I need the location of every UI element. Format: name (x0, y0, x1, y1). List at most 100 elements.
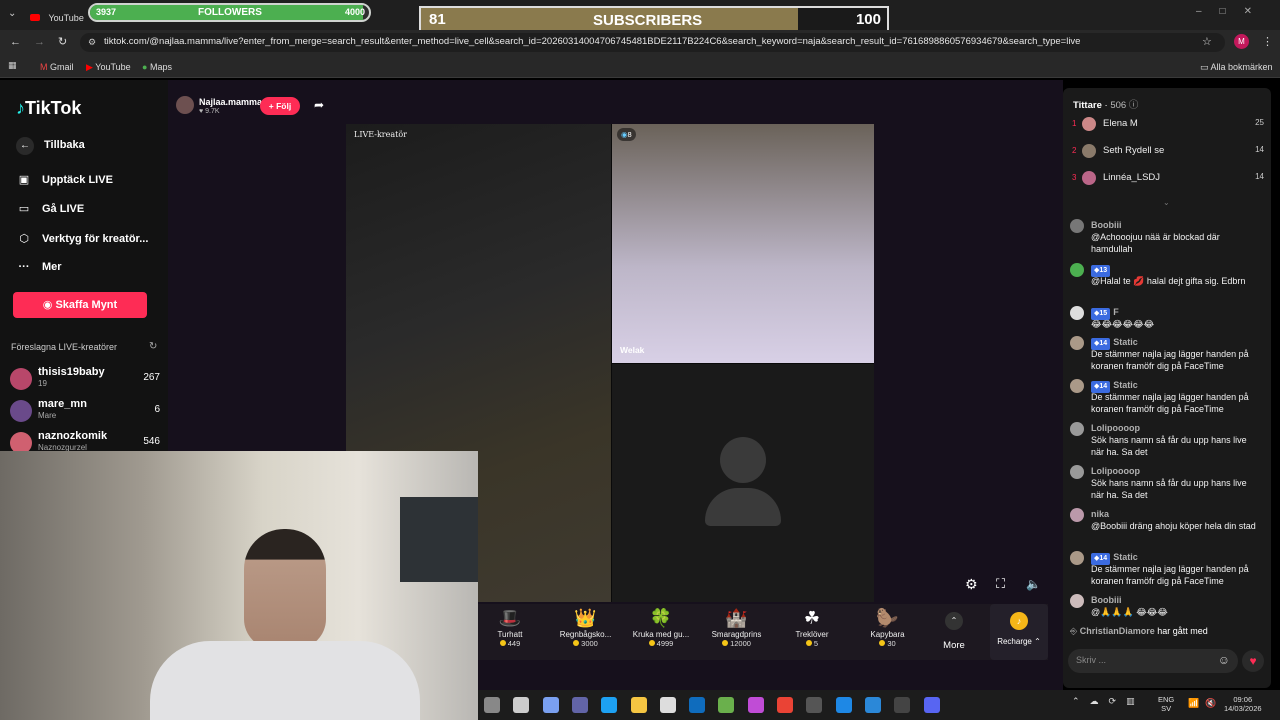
more-gifts-button[interactable]: ⌃ More (938, 612, 970, 651)
chat-username[interactable]: F (1113, 307, 1119, 317)
guest-video[interactable] (612, 124, 874, 363)
avatar[interactable] (1070, 508, 1084, 522)
avatar[interactable] (1070, 551, 1084, 565)
refresh-icon[interactable]: ↻ (149, 341, 157, 352)
fullscreen-icon[interactable]: ⛶ (996, 576, 1005, 592)
like-button[interactable]: ♥ (1242, 650, 1264, 672)
avatar[interactable] (1070, 336, 1084, 350)
reload-icon[interactable]: ↻ (58, 35, 67, 48)
all-bookmarks[interactable]: ▭ Alla bokmärken (1200, 62, 1273, 73)
avatar[interactable] (1070, 422, 1084, 436)
chrome-icon[interactable] (777, 697, 793, 713)
outlook-icon[interactable] (689, 697, 706, 713)
back-icon[interactable]: ← (10, 36, 21, 48)
media-icon[interactable] (835, 697, 852, 713)
back-link[interactable]: ← Tillbaka (16, 137, 85, 155)
viewer-row[interactable]: 1 Elena M 25 (1072, 117, 1264, 137)
tab-list-icon[interactable]: ⌄ (8, 8, 16, 19)
tab-title: YouTube (48, 13, 84, 23)
chat-username[interactable]: nika (1091, 509, 1109, 519)
apps-icon[interactable]: ▦ (8, 60, 17, 71)
volume-icon[interactable]: 🔈 (1026, 577, 1041, 591)
avatar[interactable] (1070, 594, 1084, 608)
host-avatar[interactable] (176, 96, 194, 114)
window-controls[interactable]: –□✕ (1196, 6, 1270, 17)
divider-chevron[interactable]: ⌄ (1163, 198, 1170, 207)
task-view-icon[interactable] (484, 697, 500, 713)
gift-icon: 🎩 (498, 608, 522, 628)
empty-guest-slot[interactable] (612, 364, 874, 602)
menu-icon[interactable]: ⋮ (1262, 35, 1273, 48)
recharge-button[interactable]: ♪ Recharge ⌃ (990, 604, 1048, 660)
m365-icon[interactable] (747, 697, 764, 713)
nav-more[interactable]: ··· Mer (16, 261, 62, 273)
avatar[interactable] (1070, 379, 1084, 393)
avatar[interactable] (1070, 263, 1084, 277)
gift-item[interactable]: 🍀 Kruka med gu... 4999 (625, 608, 697, 648)
app-icon[interactable] (806, 697, 823, 713)
emoji-icon[interactable]: ☺ (1218, 653, 1230, 667)
viewer-row[interactable]: 3 Linnéa_LSDJ 14 (1072, 171, 1264, 191)
edge-icon[interactable] (601, 697, 618, 713)
forward-icon[interactable]: → (34, 36, 45, 48)
chat-username[interactable]: Static (1113, 337, 1138, 347)
gift-item[interactable]: 🦫 Kapybara 30 (852, 608, 924, 648)
chat-message: Boobiii @Achooojuu nää är blockad där ham… (1070, 219, 1260, 255)
chat-username[interactable]: Boobiii (1091, 595, 1122, 605)
settings-icon[interactable]: ⚙ (965, 576, 978, 593)
viewer-row[interactable]: 2 Seth Rydell se 14 (1072, 144, 1264, 164)
clock[interactable]: 09:06 14/03/2026 (1224, 695, 1262, 713)
language-indicator[interactable]: ENG SV (1158, 695, 1174, 713)
system-tray[interactable]: ⌃☁⟳▥ (1072, 696, 1145, 707)
copilot-icon[interactable] (542, 697, 559, 713)
gift-item[interactable]: 🎩 Turhatt 449 (474, 608, 546, 648)
nav-go-live[interactable]: ▭ Gå LIVE (16, 202, 84, 215)
follow-button[interactable]: + Följ (260, 97, 300, 115)
tiktok-logo[interactable]: ♪TikTok (16, 98, 81, 119)
nav-discover-live[interactable]: ▣ Upptäck LIVE (16, 173, 113, 186)
gift-item[interactable]: 👑 Regnbågsko... 3000 (550, 608, 622, 648)
site-info-icon[interactable]: ⚙ (88, 37, 96, 48)
creator-item[interactable]: thisis19baby 19 267 (10, 366, 160, 394)
store-icon[interactable] (659, 697, 676, 713)
share-icon[interactable]: ➦ (314, 98, 324, 112)
avatar[interactable] (1070, 465, 1084, 479)
nav-creator-tools[interactable]: ⬡ Verktyg för kreatör... (16, 232, 148, 245)
chat-username[interactable]: Lolipoooop (1091, 466, 1140, 476)
network-volume-icons[interactable]: 📶🔇 (1188, 698, 1222, 709)
bookmark-star-icon[interactable]: ☆ (1202, 35, 1212, 48)
calendar-icon[interactable] (864, 697, 881, 713)
avatar (1082, 117, 1096, 131)
teams-icon[interactable] (571, 697, 588, 713)
get-coins-button[interactable]: ◉ Skaffa Mynt (13, 292, 147, 318)
bookmark-gmail[interactable]: M Gmail (40, 62, 74, 72)
discord-icon[interactable] (923, 697, 940, 713)
chat-input[interactable]: Skriv ... ☺ (1068, 649, 1238, 673)
url-text[interactable]: tiktok.com/@najlaa.mamma/live?enter_from… (104, 36, 1184, 47)
profile-avatar[interactable]: M (1234, 34, 1249, 49)
steam-icon[interactable] (894, 697, 911, 713)
folder-icon[interactable] (630, 697, 647, 713)
host-name[interactable]: Najlaa.mamma (199, 97, 262, 107)
chat-user: Boobiii (1091, 594, 1122, 606)
chat-username[interactable]: Lolipoooop (1091, 423, 1140, 433)
file-explorer-icon[interactable] (513, 697, 530, 713)
more-label: More (943, 640, 965, 651)
chat-username[interactable]: Boobiii (1091, 220, 1122, 230)
avatar[interactable] (1070, 219, 1084, 233)
gift-item[interactable]: ☘ Treklöver 5 (776, 608, 848, 648)
chat-username[interactable]: Static (1113, 380, 1138, 390)
viewers-header: Tittare · 506 ⓘ (1073, 100, 1139, 111)
viewer-score: 14 (1255, 172, 1264, 181)
bookmark-maps[interactable]: ● Maps (142, 62, 172, 72)
chat-username[interactable]: Static (1113, 552, 1138, 562)
vpn-icon[interactable] (718, 697, 735, 713)
bookmark-youtube[interactable]: ▶ YouTube (86, 62, 131, 73)
avatar[interactable] (1070, 306, 1084, 320)
viewer-count: 6 (154, 404, 160, 415)
youtube-tab[interactable]: YouTube (30, 8, 84, 26)
creator-item[interactable]: mare_mn Mare 6 (10, 398, 160, 426)
info-icon[interactable]: ⓘ (1129, 100, 1139, 111)
gift-item[interactable]: 🏰 Smaragdprins 12000 (701, 608, 773, 648)
youtube-icon: ▶ (86, 62, 93, 72)
